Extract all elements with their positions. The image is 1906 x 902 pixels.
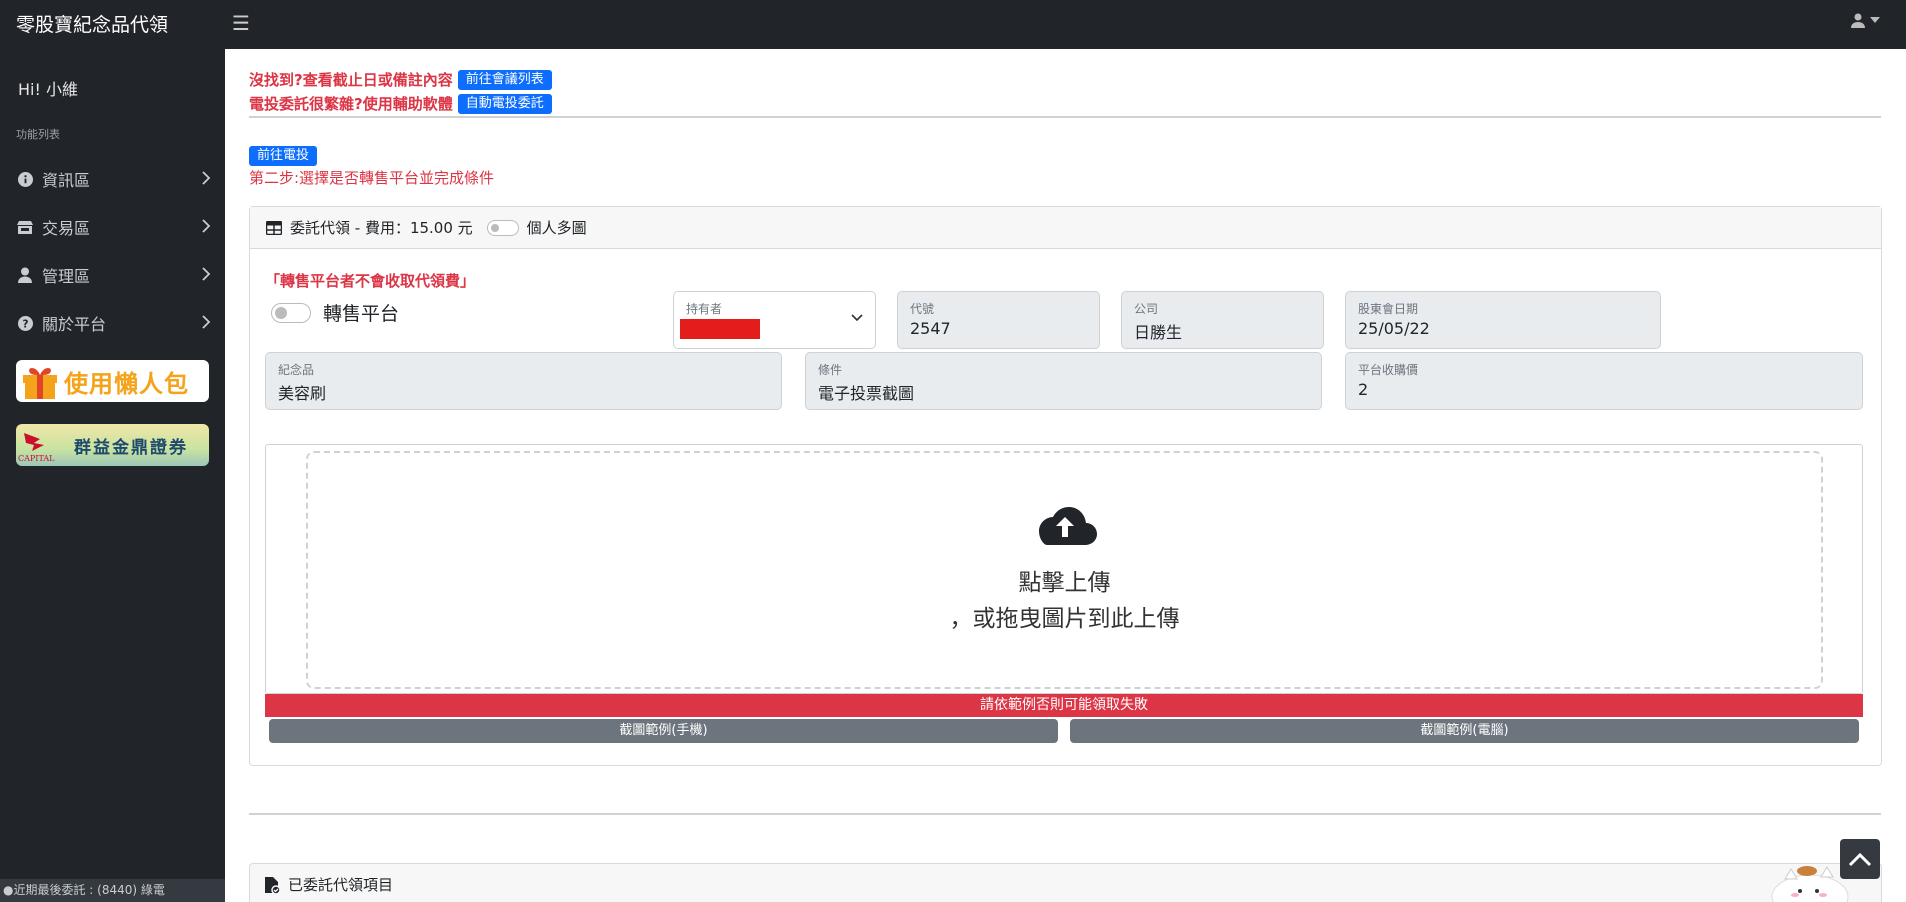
main-content: 沒找到?查看截止日或備註內容 前往會議列表 電投委託很繁雜?使用輔助軟體 自動電… <box>225 49 1906 902</box>
sidebar-item-about[interactable]: ? 關於平台 <box>16 309 211 337</box>
go-evote-button[interactable]: 前往電投 <box>249 146 318 166</box>
sidebar-item-manage[interactable]: 管理區 <box>16 261 211 289</box>
example-pc-button[interactable]: 截圖範例(電腦) <box>1070 719 1859 743</box>
delegated-items-card: 已委託代領項目 <box>249 863 1882 902</box>
recent-delegation-status: ●近期最後委託 : (8440) 綠電 <box>0 879 225 902</box>
chevron-right-icon <box>202 315 211 329</box>
scroll-to-top-button[interactable] <box>1840 839 1880 879</box>
notice-meeting-text: 沒找到?查看截止日或備註內容 <box>249 71 453 89</box>
step-instruction: 第二步:選擇是否轉售平台並完成條件 <box>249 169 495 187</box>
broker-banner-text: 群益金鼎證券 <box>74 437 188 458</box>
user-icon <box>16 266 34 284</box>
upload-alert: 請依範例否則可能領取失敗 <box>265 694 1863 717</box>
sidebar: Hi! 小維 功能列表 資訊區 交易區 管理區 ? 關於平台 使用懶人包 CAP… <box>0 49 225 902</box>
notice-evote-text: 電投委託很繁雜?使用輔助軟體 <box>249 95 453 113</box>
multi-image-label: 個人多圖 <box>526 219 587 237</box>
company-field: 公司 日勝生 <box>1121 291 1324 349</box>
meeting-date-field: 股東會日期 25/05/22 <box>1345 291 1661 349</box>
souvenir-label: 紀念品 <box>278 363 315 377</box>
multi-image-toggle[interactable] <box>486 219 519 236</box>
resale-warning: 「轉售平台者不會收取代領費」 <box>265 272 476 290</box>
svg-text:CAPITAL: CAPITAL <box>18 454 55 463</box>
delegation-card: 委託代領 - 費用：15.00 元 個人多圖 「轉售平台者不會收取代領費」 轉售… <box>249 206 1882 766</box>
gift-icon <box>23 368 57 399</box>
guide-banner[interactable]: 使用懶人包 <box>16 360 209 402</box>
table-icon <box>266 220 282 235</box>
chevron-up-icon <box>1848 852 1872 867</box>
step-button-wrap: 前往電投 <box>249 144 318 166</box>
info-circle-icon <box>16 170 34 188</box>
guide-banner-text: 使用懶人包 <box>64 369 189 398</box>
divider <box>249 116 1881 118</box>
capital-logo-icon: CAPITAL <box>18 433 55 463</box>
menu-heading: 功能列表 <box>16 128 60 141</box>
company-label: 公司 <box>1134 302 1159 316</box>
file-check-icon <box>265 876 280 894</box>
holder-label: 持有者 <box>686 302 723 316</box>
platform-price-value: 2 <box>1358 380 1369 399</box>
sidebar-item-label: 交易區 <box>42 219 91 238</box>
user-greeting: Hi! 小維 <box>18 80 78 99</box>
example-mobile-button[interactable]: 截圖範例(手機) <box>269 719 1058 743</box>
stock-code-value: 2547 <box>910 319 951 338</box>
resale-label: 轉售平台 <box>323 303 400 325</box>
holder-select[interactable]: 持有者 <box>673 291 876 349</box>
stock-code-field: 代號 2547 <box>897 291 1100 349</box>
delegated-items-header: 已委託代領項目 <box>264 874 393 895</box>
question-circle-icon: ? <box>16 314 34 332</box>
condition-label: 條件 <box>818 363 843 377</box>
condition-value: 電子投票截圖 <box>818 384 915 403</box>
caret-down-icon <box>1870 17 1880 23</box>
sidebar-item-label: 資訊區 <box>42 171 91 190</box>
store-icon <box>16 218 34 236</box>
notice-meeting: 沒找到?查看截止日或備註內容 前往會議列表 <box>249 69 552 90</box>
sidebar-item-trade[interactable]: 交易區 <box>16 213 211 241</box>
user-menu-dropdown[interactable] <box>1850 12 1880 28</box>
upload-dropzone[interactable]: 點擊上傳 ，或拖曳圖片到此上傳 <box>306 451 1823 689</box>
resale-toggle[interactable] <box>271 302 311 323</box>
delegation-card-header: 委託代領 - 費用：15.00 元 個人多圖 <box>250 207 1881 249</box>
upload-container: 點擊上傳 ，或拖曳圖片到此上傳 <box>265 444 1863 694</box>
cloud-upload-icon <box>1039 507 1097 545</box>
upload-secondary-text: ，或拖曳圖片到此上傳 <box>949 606 1180 632</box>
meeting-date-value: 25/05/22 <box>1358 319 1430 338</box>
meeting-list-button[interactable]: 前往會議列表 <box>457 69 552 90</box>
brand-title[interactable]: 零股寶紀念品代領 <box>16 10 168 37</box>
chevron-right-icon <box>202 219 211 233</box>
holder-value-redacted <box>680 319 760 339</box>
company-value: 日勝生 <box>1134 323 1183 342</box>
hamburger-menu-icon[interactable]: ☰ <box>232 11 250 35</box>
auto-evote-button[interactable]: 自動電投委託 <box>457 93 552 114</box>
top-navbar: 零股寶紀念品代領 ☰ <box>0 0 1906 49</box>
meeting-date-label: 股東會日期 <box>1358 302 1419 316</box>
sidebar-item-label: 管理區 <box>42 267 91 286</box>
condition-field: 條件 電子投票截圖 <box>805 352 1322 410</box>
chevron-down-icon <box>851 314 863 322</box>
stock-code-label: 代號 <box>910 302 935 316</box>
notice-evote: 電投委託很繁雜?使用輔助軟體 自動電投委託 <box>249 93 552 114</box>
delegation-card-title: 委託代領 - 費用：15.00 元 <box>290 219 473 237</box>
platform-price-field: 平台收購價 2 <box>1345 352 1863 410</box>
broker-banner[interactable]: CAPITAL 群益金鼎證券 <box>16 424 209 466</box>
souvenir-field: 紀念品 美容刷 <box>265 352 782 410</box>
sidebar-item-info[interactable]: 資訊區 <box>16 165 211 193</box>
platform-price-label: 平台收購價 <box>1358 363 1419 377</box>
souvenir-value: 美容刷 <box>278 384 327 403</box>
resale-option: 轉售平台 <box>271 299 399 326</box>
user-icon <box>1851 13 1865 28</box>
chevron-right-icon <box>202 267 211 281</box>
svg-text:?: ? <box>22 318 28 330</box>
divider <box>249 813 1881 815</box>
sidebar-item-label: 關於平台 <box>42 315 107 334</box>
delegated-items-title: 已委託代領項目 <box>288 876 394 894</box>
upload-primary-text: 點擊上傳 <box>1018 570 1111 596</box>
chevron-right-icon <box>202 171 211 185</box>
